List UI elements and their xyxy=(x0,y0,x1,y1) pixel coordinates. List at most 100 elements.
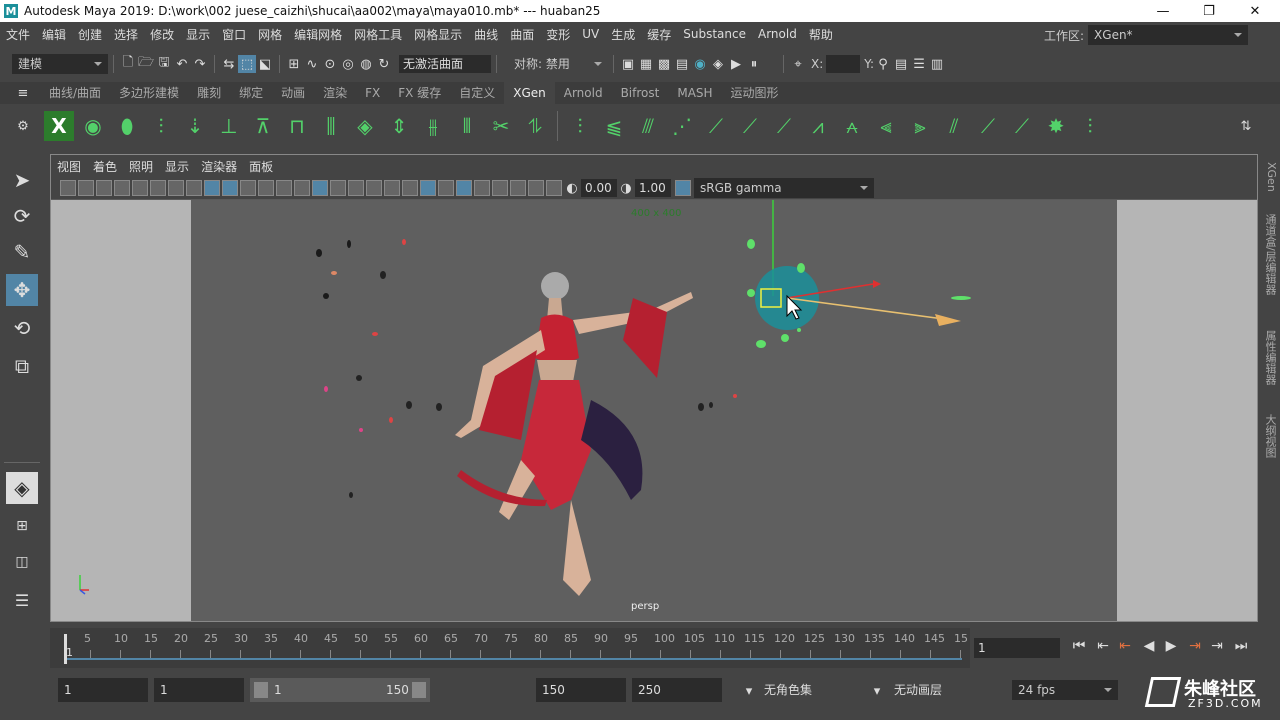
menu-mesh-tools[interactable]: 网格工具 xyxy=(348,26,408,43)
tab-outliner[interactable]: 大纲视图 xyxy=(1264,414,1278,458)
comb-brush-icon[interactable]: ⫻ xyxy=(633,111,663,141)
isolate-select-icon[interactable] xyxy=(492,180,508,196)
xray-joints-icon[interactable] xyxy=(528,180,544,196)
paint-select-tool-icon[interactable]: ✎ xyxy=(6,236,38,268)
motion-blur-icon[interactable] xyxy=(438,180,454,196)
play-backwards-icon[interactable]: ◀ xyxy=(1140,636,1158,656)
noise-brush-icon[interactable]: ⩜ xyxy=(837,111,867,141)
menu-create[interactable]: 创建 xyxy=(72,26,108,43)
tab-animation[interactable]: 动画 xyxy=(272,82,314,104)
create-description-icon[interactable]: ⬮ xyxy=(112,111,142,141)
tab-xgen[interactable]: XGen xyxy=(504,82,555,104)
safe-title-icon[interactable] xyxy=(276,180,292,196)
textured-icon[interactable] xyxy=(366,180,382,196)
field-chart-icon[interactable] xyxy=(240,180,256,196)
menu-file[interactable]: 文件 xyxy=(0,26,36,43)
anim-layer-arrow-icon[interactable]: ▾ xyxy=(868,682,886,700)
open-scene-icon[interactable]: 🗁 xyxy=(137,55,155,73)
fps-dropdown[interactable]: 24 fps xyxy=(1012,680,1118,700)
render-view-icon[interactable]: ▣ xyxy=(619,55,637,73)
step-forward-frame-icon[interactable]: ⇥ xyxy=(1186,636,1204,656)
sidebar-toggle-icon[interactable]: ⚲ xyxy=(874,55,892,73)
character-set-arrow-icon[interactable]: ▾ xyxy=(740,682,758,700)
layer-icon[interactable]: ◈ xyxy=(350,111,380,141)
select-hierarchy-icon[interactable]: ⇆ xyxy=(220,55,238,73)
step-back-frame-icon[interactable]: ⇤ xyxy=(1116,636,1134,656)
grow-guide-icon[interactable]: ⫵ xyxy=(418,111,448,141)
viewport-menu-renderer[interactable]: 渲染器 xyxy=(195,158,243,175)
anim-layer-field[interactable]: 无动画层 xyxy=(890,678,990,702)
depth-of-field-icon[interactable] xyxy=(474,180,490,196)
clump-brush-icon[interactable]: ⟋ xyxy=(769,111,799,141)
save-scene-icon[interactable]: 🖫 xyxy=(155,55,173,73)
resolution-gate-icon[interactable] xyxy=(204,180,220,196)
tab-channel-box[interactable]: 通道盒/层编辑器 xyxy=(1264,214,1278,295)
ambient-occlusion-icon[interactable] xyxy=(420,180,436,196)
viewport-menu-panels[interactable]: 面板 xyxy=(243,158,279,175)
symmetry-dropdown[interactable]: 对称: 禁用 xyxy=(508,54,608,74)
image-plane-icon[interactable] xyxy=(114,180,130,196)
menu-uv[interactable]: UV xyxy=(576,27,605,41)
smooth-brush-icon[interactable]: ⋰ xyxy=(667,111,697,141)
gamma-icon[interactable]: ◑ xyxy=(617,179,635,197)
maximize-button[interactable]: ❐ xyxy=(1186,0,1232,22)
menu-edit[interactable]: 编辑 xyxy=(36,26,72,43)
safe-action-icon[interactable] xyxy=(258,180,274,196)
character-set-field[interactable]: 无角色集 xyxy=(760,678,860,702)
menu-select[interactable]: 选择 xyxy=(108,26,144,43)
x-input[interactable] xyxy=(826,55,861,73)
pause-ipr-icon[interactable]: ⏸ xyxy=(745,55,763,73)
transform-mode-icon[interactable]: ⌖ xyxy=(789,55,807,73)
hypershade-icon[interactable]: ◉ xyxy=(691,55,709,73)
minimize-button[interactable]: — xyxy=(1140,0,1186,22)
tab-sculpting[interactable]: 雕刻 xyxy=(188,82,230,104)
range-end-handle[interactable] xyxy=(412,682,426,698)
undo-icon[interactable]: ↶ xyxy=(173,55,191,73)
bookmark-icon[interactable] xyxy=(96,180,112,196)
new-scene-icon[interactable]: 🗋 xyxy=(119,55,137,73)
menu-mesh-display[interactable]: 网格显示 xyxy=(408,26,468,43)
lock-length-icon[interactable]: ⊓ xyxy=(282,111,312,141)
color-management-icon[interactable] xyxy=(675,180,691,196)
gamma-field[interactable]: 1.00 xyxy=(635,179,671,197)
pinch-brush-icon[interactable]: ⟋ xyxy=(1007,111,1037,141)
menu-mesh[interactable]: 网格 xyxy=(252,26,288,43)
close-button[interactable]: ✕ xyxy=(1232,0,1278,22)
freeze-brush-icon[interactable]: ⫷ xyxy=(871,111,901,141)
part-brush-icon[interactable]: ⟋ xyxy=(735,111,765,141)
groom-brush-icon[interactable]: ⫹ xyxy=(599,111,629,141)
attribute-editor-toggle-icon[interactable]: ☰ xyxy=(910,55,928,73)
wireframe-icon[interactable] xyxy=(294,180,310,196)
workspace-dropdown[interactable]: XGen* xyxy=(1088,25,1249,45)
anti-aliasing-icon[interactable] xyxy=(456,180,472,196)
normalize-guide-icon[interactable]: ⫴ xyxy=(452,111,482,141)
step-back-key-icon[interactable]: ⇤ xyxy=(1094,636,1112,656)
ipr-render-icon[interactable]: ▩ xyxy=(655,55,673,73)
gate-mask-icon[interactable] xyxy=(222,180,238,196)
select-tool-icon[interactable]: ➤ xyxy=(6,164,38,196)
time-slider[interactable]: 5 10 15 20 25 30 35 40 45 50 55 60 65 70 75 80 85 90 95 100… xyxy=(50,628,970,668)
two-pane-layout-icon[interactable]: ◫ xyxy=(6,546,38,578)
viewport-scene[interactable]: 400 x 400 persp xyxy=(51,200,1257,621)
menu-help[interactable]: 帮助 xyxy=(803,26,839,43)
live-surface-field[interactable]: 无激活曲面 xyxy=(399,55,491,73)
tab-mash[interactable]: MASH xyxy=(668,82,721,104)
xgen-preview-icon[interactable]: ◉ xyxy=(78,111,108,141)
exposure-icon[interactable]: ◐ xyxy=(563,179,581,197)
place-guide-icon[interactable]: ⇣ xyxy=(180,111,210,141)
shelf-scroll-icon[interactable]: ⇅ xyxy=(1237,117,1255,135)
snap-view-plane-icon[interactable]: ◎ xyxy=(339,55,357,73)
modeling-toolkit-icon[interactable]: ▤ xyxy=(892,55,910,73)
menu-set-dropdown[interactable]: 建模 xyxy=(12,54,108,74)
play-forwards-icon[interactable]: ▶ xyxy=(1162,636,1180,656)
tab-attribute-editor[interactable]: 属性编辑器 xyxy=(1264,330,1278,385)
xray-components-icon[interactable] xyxy=(546,180,562,196)
menu-cache[interactable]: 缓存 xyxy=(641,26,677,43)
length-brush-icon[interactable]: ⟋ xyxy=(973,111,1003,141)
snap-point-icon[interactable]: ⊙ xyxy=(321,55,339,73)
tab-fx-caching[interactable]: FX 缓存 xyxy=(389,82,450,104)
outliner-layout-icon[interactable]: ☰ xyxy=(6,584,38,616)
film-gate-icon[interactable] xyxy=(186,180,202,196)
scatter-brush-icon[interactable]: ✸ xyxy=(1041,111,1071,141)
snap-grid-icon[interactable]: ⊞ xyxy=(285,55,303,73)
